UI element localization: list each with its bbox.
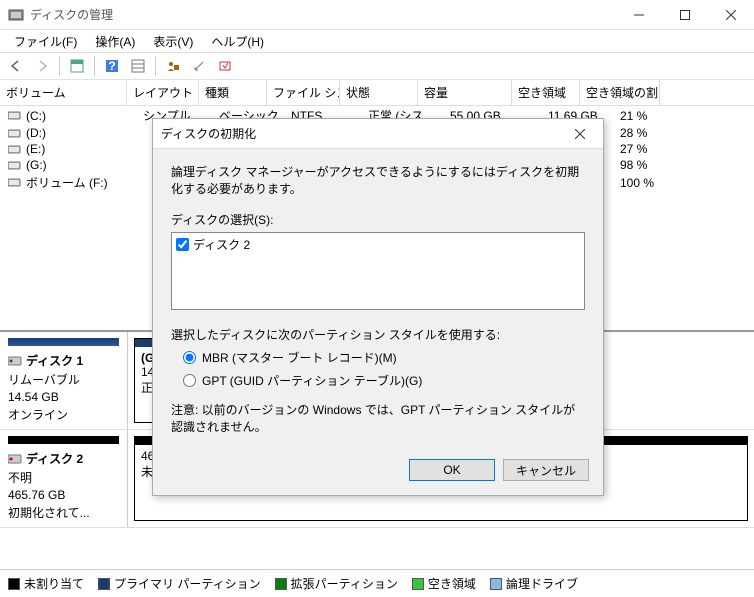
col-freepct[interactable]: 空き領域の割... bbox=[580, 80, 660, 105]
dialog-close-button[interactable] bbox=[565, 121, 595, 147]
back-button[interactable] bbox=[4, 55, 28, 77]
titlebar: ディスクの管理 bbox=[0, 0, 754, 30]
menu-file[interactable]: ファイル(F) bbox=[6, 30, 85, 53]
minimize-button[interactable] bbox=[616, 0, 662, 30]
col-fs[interactable]: ファイル システム bbox=[267, 80, 340, 105]
menubar: ファイル(F) 操作(A) 表示(V) ヘルプ(H) bbox=[0, 30, 754, 52]
menu-action[interactable]: 操作(A) bbox=[87, 30, 143, 53]
toolbar-action1-icon[interactable] bbox=[161, 55, 185, 77]
legend-unalloc: 未割り当て bbox=[24, 575, 84, 592]
disk-icon bbox=[8, 453, 22, 465]
radio-mbr-input[interactable] bbox=[183, 351, 196, 364]
legend-free: 空き領域 bbox=[428, 575, 476, 592]
dialog-title: ディスクの初期化 bbox=[161, 125, 565, 142]
forward-button[interactable] bbox=[30, 55, 54, 77]
menu-view[interactable]: 表示(V) bbox=[145, 30, 201, 53]
legend-logical: 論理ドライブ bbox=[506, 575, 578, 592]
disk-info: ディスク 1リムーバブル14.54 GBオンライン bbox=[0, 332, 128, 429]
partition-style-group: MBR (マスター ブート レコード)(M) GPT (GUID パーティション… bbox=[183, 349, 585, 389]
volume-icon bbox=[8, 144, 22, 155]
menu-help[interactable]: ヘルプ(H) bbox=[203, 30, 272, 53]
radio-mbr-label: MBR (マスター ブート レコード)(M) bbox=[202, 349, 397, 366]
legend-swatch-extended bbox=[275, 578, 287, 590]
col-layout[interactable]: レイアウト bbox=[127, 80, 199, 105]
col-volume[interactable]: ボリューム bbox=[0, 80, 127, 105]
initialize-disk-dialog: ディスクの初期化 論理ディスク マネージャーがアクセスできるようにするにはディス… bbox=[152, 118, 604, 496]
toolbar: ? bbox=[0, 52, 754, 80]
dialog-select-label: ディスクの選択(S): bbox=[171, 211, 585, 228]
disk-select-listbox[interactable]: ディスク 2 bbox=[171, 232, 585, 310]
col-state[interactable]: 状態 bbox=[340, 80, 418, 105]
cancel-button[interactable]: キャンセル bbox=[503, 459, 589, 481]
dialog-titlebar: ディスクの初期化 bbox=[153, 119, 603, 149]
disk-select-item-label: ディスク 2 bbox=[193, 236, 250, 253]
radio-gpt-label: GPT (GUID パーティション テーブル)(G) bbox=[202, 372, 422, 389]
toolbar-view1-icon[interactable] bbox=[65, 55, 89, 77]
app-icon bbox=[8, 7, 24, 23]
window-controls bbox=[616, 0, 754, 30]
col-capacity[interactable]: 容量 bbox=[418, 80, 512, 105]
legend-swatch-free bbox=[412, 578, 424, 590]
ok-button[interactable]: OK bbox=[409, 459, 495, 481]
close-button[interactable] bbox=[708, 0, 754, 30]
disk-select-item[interactable]: ディスク 2 bbox=[174, 235, 582, 254]
legend: 未割り当て プライマリ パーティション 拡張パーティション 空き領域 論理ドライ… bbox=[0, 569, 754, 597]
svg-text:?: ? bbox=[108, 59, 115, 73]
dialog-intro: 論理ディスク マネージャーがアクセスできるようにするにはディスクを初期化する必要… bbox=[171, 163, 585, 197]
help-icon[interactable]: ? bbox=[100, 55, 124, 77]
toolbar-view2-icon[interactable] bbox=[126, 55, 150, 77]
legend-extended: 拡張パーティション bbox=[291, 575, 398, 592]
col-free[interactable]: 空き領域 bbox=[512, 80, 580, 105]
volume-icon bbox=[8, 177, 22, 188]
disk-select-checkbox[interactable] bbox=[176, 238, 189, 251]
maximize-button[interactable] bbox=[662, 0, 708, 30]
legend-swatch-unalloc bbox=[8, 578, 20, 590]
dialog-note: 注意: 以前のバージョンの Windows では、GPT パーティション スタイ… bbox=[171, 401, 585, 435]
volume-icon bbox=[8, 110, 22, 121]
col-type[interactable]: 種類 bbox=[199, 80, 267, 105]
volume-icon bbox=[8, 128, 22, 139]
toolbar-action3-icon[interactable] bbox=[213, 55, 237, 77]
volume-icon bbox=[8, 160, 22, 171]
legend-swatch-primary bbox=[98, 578, 110, 590]
disk-icon bbox=[8, 355, 22, 367]
partition-style-label: 選択したディスクに次のパーティション スタイルを使用する: bbox=[171, 326, 585, 343]
window-title: ディスクの管理 bbox=[30, 6, 616, 23]
disk-info: ディスク 2不明465.76 GB初期化されて... bbox=[0, 430, 128, 527]
legend-swatch-logical bbox=[490, 578, 502, 590]
radio-gpt[interactable]: GPT (GUID パーティション テーブル)(G) bbox=[183, 372, 585, 389]
legend-primary: プライマリ パーティション bbox=[114, 575, 261, 592]
radio-mbr[interactable]: MBR (マスター ブート レコード)(M) bbox=[183, 349, 585, 366]
volume-list-header: ボリューム レイアウト 種類 ファイル システム 状態 容量 空き領域 空き領域… bbox=[0, 80, 754, 106]
toolbar-action2-icon[interactable] bbox=[187, 55, 211, 77]
radio-gpt-input[interactable] bbox=[183, 374, 196, 387]
